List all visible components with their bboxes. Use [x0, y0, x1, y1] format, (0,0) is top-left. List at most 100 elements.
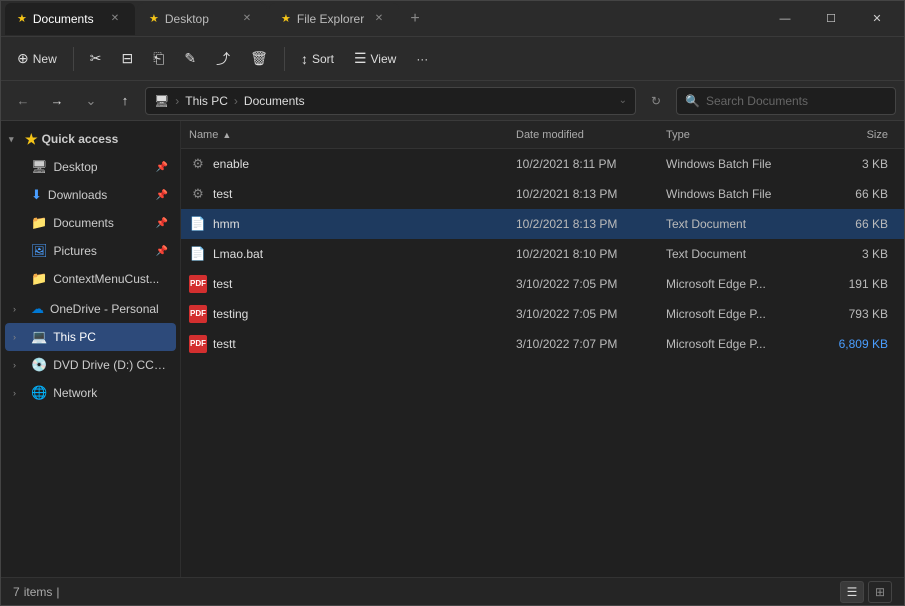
- main-area: ▾ ★ Quick access 🖥 Desktop 📌 ⬇ Downloads…: [1, 121, 904, 577]
- breadcrumb-pc[interactable]: This PC: [185, 94, 228, 108]
- separator-2: [284, 47, 285, 71]
- table-row[interactable]: PDF testt 3/10/2022 7:07 PM Microsoft Ed…: [181, 329, 904, 359]
- file-label: hmm: [213, 217, 240, 231]
- back-button[interactable]: ←: [9, 87, 37, 115]
- rename-button[interactable]: ✎: [176, 43, 204, 75]
- close-tab-documents[interactable]: ✕: [107, 11, 123, 27]
- sidebar-item-network[interactable]: › 🌐 Network: [5, 379, 176, 407]
- refresh-button[interactable]: ↻: [642, 87, 670, 115]
- sidebar-item-pictures[interactable]: 🖼 Pictures 📌: [5, 237, 176, 265]
- address-bar[interactable]: 🖥 › This PC › Documents ⌄: [145, 87, 636, 115]
- file-size: 3 KB: [816, 247, 896, 261]
- desktop-label: Desktop: [54, 160, 150, 174]
- file-size: 6,809 KB: [816, 337, 896, 351]
- size-col-label: Size: [867, 129, 888, 141]
- sort-arrow-icon: ▲: [222, 130, 231, 140]
- this-pc-label: This PC: [53, 330, 168, 344]
- sidebar-item-dvd[interactable]: › 💿 DVD Drive (D:) CCC...: [5, 351, 176, 379]
- pin-icon-desktop: 📌: [156, 162, 168, 173]
- forward-button[interactable]: →: [43, 87, 71, 115]
- pin-icon-downloads: 📌: [156, 190, 168, 201]
- sidebar-item-desktop[interactable]: 🖥 Desktop 📌: [5, 153, 176, 181]
- separator-1: [73, 47, 74, 71]
- tab-documents-label: Documents: [33, 12, 94, 26]
- statusbar: 7 items | ☰ ⊞: [1, 577, 904, 605]
- table-row[interactable]: 📄 Lmao.bat 10/2/2021 8:10 PM Text Docume…: [181, 239, 904, 269]
- delete-button[interactable]: 🗑: [242, 43, 276, 75]
- sidebar-item-documents[interactable]: 📁 Documents 📌: [5, 209, 176, 237]
- tab-desktop[interactable]: ★ Desktop ✕: [137, 3, 267, 35]
- onedrive-icon: ☁: [31, 301, 44, 317]
- delete-icon: 🗑: [250, 50, 268, 67]
- star-icon-sidebar: ★: [25, 131, 38, 148]
- titlebar: ★ Documents ✕ ★ Desktop ✕ ★ File Explore…: [1, 1, 904, 37]
- more-button[interactable]: ···: [408, 43, 436, 75]
- sidebar-item-downloads[interactable]: ⬇ Downloads 📌: [5, 181, 176, 209]
- star-icon: ★: [17, 12, 27, 25]
- file-header: Name ▲ Date modified Type Size: [181, 121, 904, 149]
- breadcrumb-documents[interactable]: Documents: [244, 94, 305, 108]
- close-button[interactable]: ✕: [854, 1, 900, 37]
- column-name[interactable]: Name ▲: [189, 129, 516, 141]
- dvd-icon: 💿: [31, 357, 47, 373]
- contextmenu-folder-icon: 📁: [31, 271, 47, 287]
- sidebar-item-this-pc[interactable]: › 💻 This PC: [5, 323, 176, 351]
- share-button[interactable]: ⤴: [208, 43, 238, 75]
- toolbar: ⊕ New ✂ ⊟ ⎗ ✎ ⤴ 🗑 ↕ Sort ☰ View: [1, 37, 904, 81]
- view-button[interactable]: ☰ View: [346, 43, 404, 75]
- new-button[interactable]: ⊕ New: [9, 43, 65, 75]
- close-tab-desktop[interactable]: ✕: [239, 11, 255, 27]
- view-label: View: [371, 52, 397, 66]
- onedrive-expand-icon: ›: [13, 304, 25, 314]
- list-view-button[interactable]: ☰: [840, 581, 864, 603]
- sort-icon: ↕: [301, 51, 308, 67]
- file-date: 10/2/2021 8:10 PM: [516, 247, 666, 261]
- item-count: 7: [13, 585, 20, 599]
- chevron-down-icon[interactable]: ⌄: [619, 95, 627, 106]
- documents-sidebar-label: Documents: [53, 216, 149, 230]
- table-row[interactable]: PDF test 3/10/2022 7:05 PM Microsoft Edg…: [181, 269, 904, 299]
- network-label: Network: [53, 386, 168, 400]
- copy-button[interactable]: ⊟: [113, 43, 141, 75]
- maximize-button[interactable]: ☐: [808, 1, 854, 37]
- file-date: 10/2/2021 8:13 PM: [516, 217, 666, 231]
- txt-file-icon-2: 📄: [189, 245, 207, 263]
- pc-expand-icon: ›: [13, 332, 25, 342]
- tab-bar: ★ Documents ✕ ★ Desktop ✕ ★ File Explore…: [1, 1, 762, 36]
- file-name-testt: PDF testt: [189, 335, 516, 353]
- sort-button[interactable]: ↕ Sort: [293, 43, 342, 75]
- up-button[interactable]: ↑: [111, 87, 139, 115]
- table-row[interactable]: 📄 hmm 10/2/2021 8:13 PM Text Document 66…: [181, 209, 904, 239]
- onedrive-label: OneDrive - Personal: [50, 302, 168, 316]
- tab-documents[interactable]: ★ Documents ✕: [5, 3, 135, 35]
- column-date[interactable]: Date modified: [516, 129, 666, 141]
- window-controls: — ☐ ✕: [762, 1, 904, 36]
- pin-icon-documents: 📌: [156, 218, 168, 229]
- quick-access-header[interactable]: ▾ ★ Quick access: [1, 125, 180, 153]
- add-tab-button[interactable]: +: [401, 5, 429, 33]
- bat-file-icon: ⚙: [189, 155, 207, 173]
- pdf-file-icon: PDF: [189, 275, 207, 293]
- pc-icon: 🖥: [154, 94, 169, 108]
- close-tab-file-explorer[interactable]: ✕: [371, 11, 387, 27]
- file-type: Text Document: [666, 217, 816, 231]
- bat-file-icon-2: ⚙: [189, 185, 207, 203]
- expand-button[interactable]: ⌄: [77, 87, 105, 115]
- cut-button[interactable]: ✂: [82, 43, 110, 75]
- sidebar-item-contextmenu[interactable]: 📁 ContextMenuCust...: [5, 265, 176, 293]
- name-col-label: Name: [189, 129, 218, 141]
- detail-view-button[interactable]: ⊞: [868, 581, 892, 603]
- table-row[interactable]: PDF testing 3/10/2022 7:05 PM Microsoft …: [181, 299, 904, 329]
- paste-button[interactable]: ⎗: [145, 43, 172, 75]
- sidebar-item-onedrive[interactable]: › ☁ OneDrive - Personal: [5, 295, 176, 323]
- table-row[interactable]: ⚙ test 10/2/2021 8:13 PM Windows Batch F…: [181, 179, 904, 209]
- table-row[interactable]: ⚙ enable 10/2/2021 8:11 PM Windows Batch…: [181, 149, 904, 179]
- tab-file-explorer[interactable]: ★ File Explorer ✕: [269, 3, 399, 35]
- pdf-file-icon-3: PDF: [189, 335, 207, 353]
- cut-icon: ✂: [90, 50, 102, 67]
- downloads-icon: ⬇: [31, 187, 42, 203]
- path-sep-1: ›: [175, 94, 179, 108]
- search-box[interactable]: 🔍 Search Documents: [676, 87, 896, 115]
- file-type: Microsoft Edge P...: [666, 277, 816, 291]
- minimize-button[interactable]: —: [762, 1, 808, 37]
